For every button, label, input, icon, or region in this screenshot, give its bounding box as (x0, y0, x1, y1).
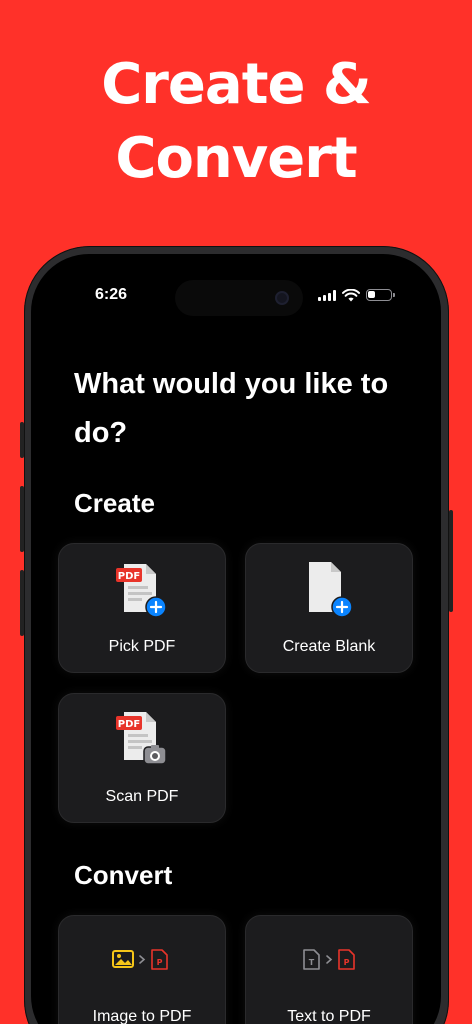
svg-text:T: T (309, 958, 315, 967)
status-icons (318, 288, 395, 302)
wifi-icon (342, 288, 360, 301)
action-button (20, 422, 24, 458)
svg-text:P: P (157, 958, 163, 967)
headline-line-2: Convert (115, 126, 357, 191)
headline-line-1: Create & (101, 52, 372, 117)
image-to-pdf-card[interactable]: P Image to PDF (58, 915, 226, 1024)
volume-up-button (20, 486, 24, 552)
svg-text:P: P (344, 958, 350, 967)
status-time: 6:26 (95, 286, 128, 303)
text-to-pdf-icon: T P (303, 949, 355, 970)
volume-down-button (20, 570, 24, 636)
scan-pdf-label: Scan PDF (105, 788, 179, 805)
pdf-file-add-icon: PDF (116, 564, 167, 618)
image-to-pdf-icon: P (112, 949, 168, 970)
cellular-signal-icon (318, 289, 336, 301)
page-title: What would you like to do? (74, 368, 389, 449)
create-blank-card[interactable]: Create Blank (245, 543, 413, 673)
pdf-scan-camera-icon: PDF (116, 712, 167, 765)
front-camera-icon (275, 291, 289, 305)
pick-pdf-label: Pick PDF (108, 638, 176, 655)
power-button (449, 510, 453, 612)
text-to-pdf-card[interactable]: T P Text to PDF (245, 915, 413, 1024)
status-bar: 6:26 (31, 254, 441, 336)
scan-pdf-card[interactable]: PDF Scan PDF (58, 693, 226, 823)
blank-file-add-icon (309, 562, 353, 618)
marketing-headline: Create & Convert (0, 48, 472, 196)
svg-text:PDF: PDF (118, 719, 140, 730)
phone-screen: 6:26 What would you like to do? Create P… (31, 254, 441, 1024)
create-section-title: Create (74, 488, 155, 518)
pick-pdf-card[interactable]: PDF Pick PDF (58, 543, 226, 673)
convert-section-title: Convert (74, 860, 173, 890)
text-to-pdf-label: Text to PDF (287, 1008, 371, 1024)
create-blank-label: Create Blank (282, 638, 376, 655)
battery-level (368, 291, 375, 298)
battery-icon (366, 289, 395, 301)
svg-text:PDF: PDF (118, 571, 140, 582)
image-to-pdf-label: Image to PDF (92, 1008, 192, 1024)
dynamic-island (175, 280, 303, 316)
